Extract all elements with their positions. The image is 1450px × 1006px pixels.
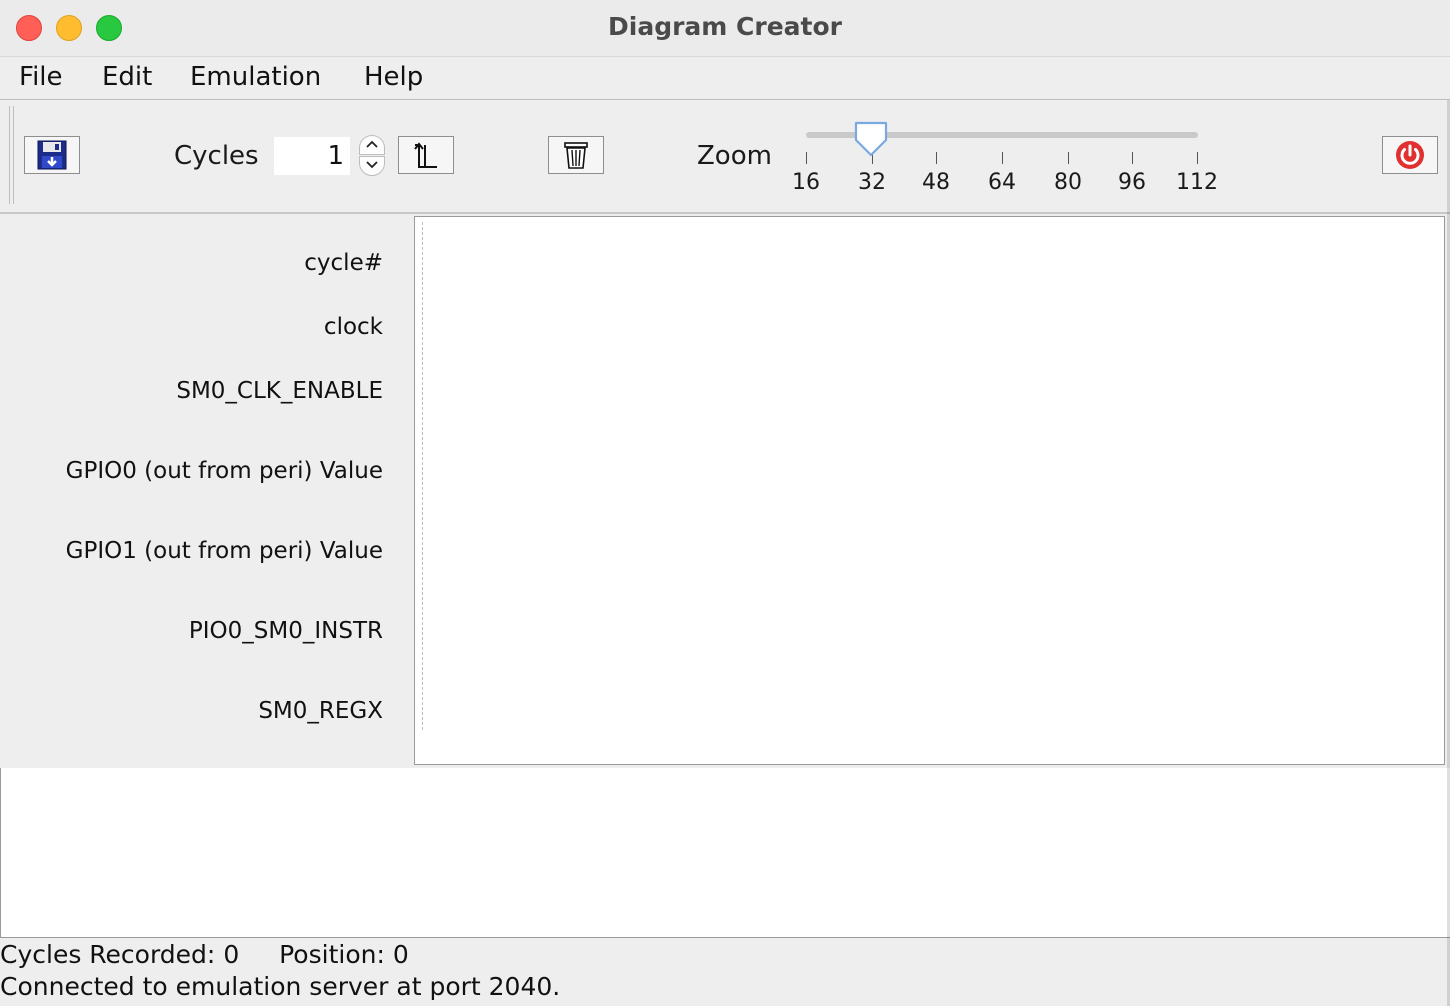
status-message: Connected to emulation server at port 20… [0,972,561,1001]
cycles-recorded-label: Cycles Recorded: [0,940,216,969]
menu-help[interactable]: Help [364,62,423,92]
cursor-line[interactable] [422,222,423,730]
spinner-up-button[interactable] [359,135,385,155]
signal-name[interactable]: PIO0_SM0_INSTR [189,618,383,644]
zoom-label: Zoom [697,141,772,171]
cycles-recorded-value: 0 [223,940,240,969]
save-button[interactable] [24,136,80,174]
floppy-disk-icon [37,140,67,170]
signal-name[interactable]: cycle# [304,250,383,276]
power-button[interactable] [1382,136,1438,174]
lower-empty-area [0,768,1450,938]
zoom-tick [1068,152,1069,164]
zoom-tick [1132,152,1133,164]
power-icon [1396,141,1424,169]
zoom-tick-label: 16 [792,170,820,195]
zoom-tick [1197,152,1198,164]
chevron-down-icon [366,161,378,169]
waveform-panel[interactable] [414,216,1445,765]
status-line-counters: Cycles Recorded: 0 Position: 0 [0,940,409,969]
title-bar: Diagram Creator [0,0,1450,57]
zoom-tick-label: 112 [1176,170,1218,195]
step-clock-button[interactable] [398,136,454,174]
trash-icon [564,142,588,169]
zoom-slider-thumb[interactable] [853,120,889,158]
menu-edit[interactable]: Edit [102,62,152,92]
toolbar-grip[interactable] [9,106,14,204]
zoom-tick [1002,152,1003,164]
window-title: Diagram Creator [608,12,842,41]
zoom-tick-label: 64 [988,170,1016,195]
spinner-down-button[interactable] [359,156,385,176]
signal-name[interactable]: GPIO1 (out from peri) Value [66,538,383,564]
signal-name[interactable]: GPIO0 (out from peri) Value [66,458,383,484]
position-value: 0 [392,940,409,969]
cycles-spinner[interactable] [359,135,387,177]
zoom-slider[interactable]: 16 32 48 64 80 96 112 [792,120,1220,200]
cycles-label: Cycles [174,141,259,171]
app-window: Diagram Creator File Edit Emulation Help… [0,0,1450,1006]
zoom-tick-label: 48 [922,170,950,195]
signal-name[interactable]: SM0_REGX [258,698,383,724]
zoom-tick [806,152,807,164]
menu-file[interactable]: File [19,62,63,92]
position-label: Position: [279,940,385,969]
zoom-tick [936,152,937,164]
zoom-tick-label: 80 [1054,170,1082,195]
cycles-input[interactable] [274,137,350,175]
clock-edge-icon [414,142,437,168]
zoom-tick-label: 32 [858,170,886,195]
zoom-tick-label: 96 [1118,170,1146,195]
signal-names-panel: cycle# clock SM0_CLK_ENABLE GPIO0 (out f… [4,215,414,767]
chevron-up-icon [366,140,378,148]
signal-name[interactable]: clock [324,314,383,340]
clear-button[interactable] [548,136,604,174]
menu-bar: File Edit Emulation Help [0,57,1450,100]
menu-emulation[interactable]: Emulation [190,62,321,92]
signal-name[interactable]: SM0_CLK_ENABLE [176,378,383,404]
